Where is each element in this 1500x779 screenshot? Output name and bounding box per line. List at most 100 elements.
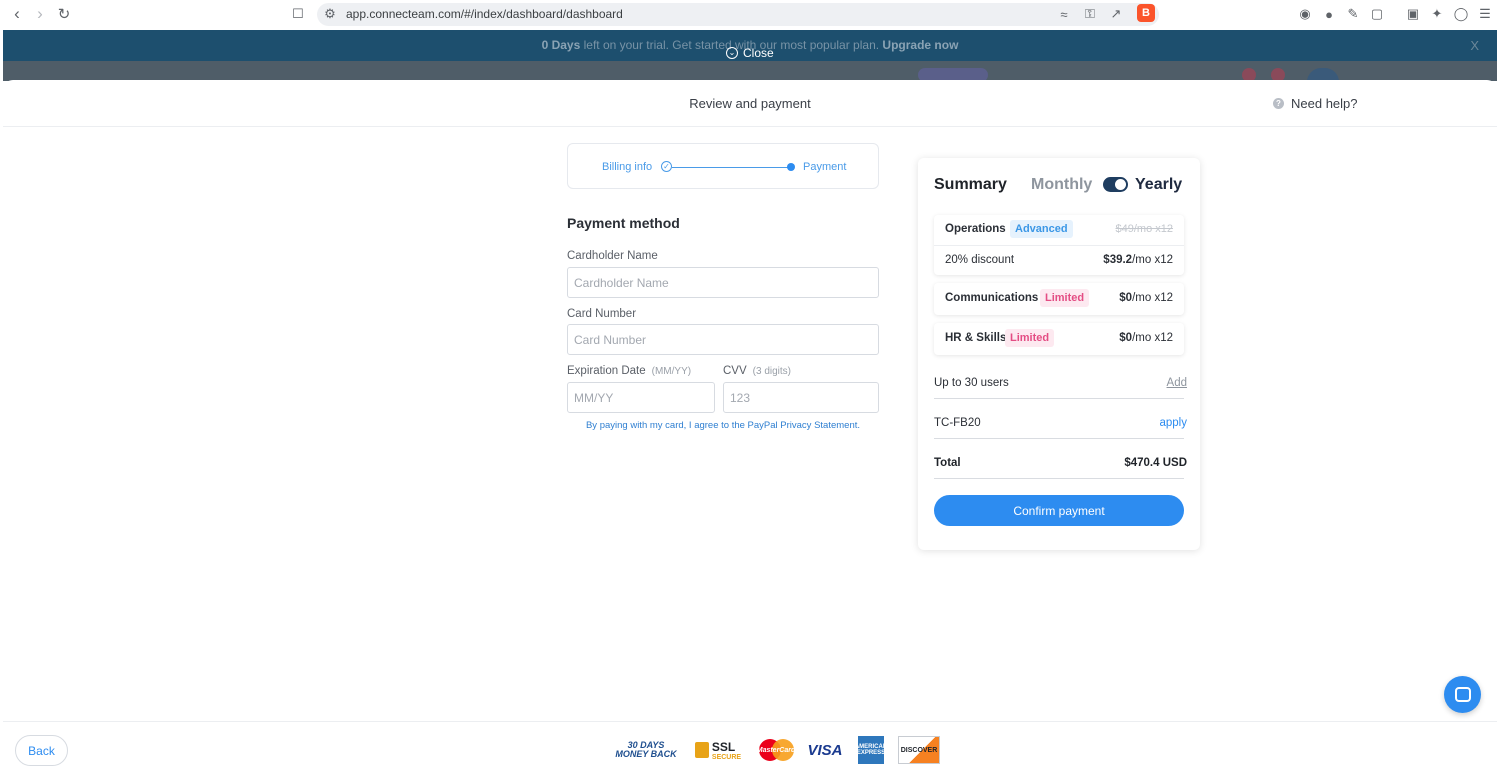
money-back-badge: 30 DAYS MONEY BACK — [611, 736, 681, 764]
chat-support-button[interactable] — [1444, 676, 1481, 713]
need-help-label: Need help? — [1291, 96, 1358, 111]
forward-icon[interactable]: › — [30, 4, 50, 24]
discount-price-period: /mo x12 — [1132, 254, 1173, 266]
modal-header: Review and payment ? Need help? — [3, 80, 1497, 127]
add-users-link[interactable]: Add — [1167, 377, 1187, 389]
divider — [934, 245, 1184, 246]
total-label: Total — [934, 457, 961, 469]
reader-mode-icon[interactable]: ≈ — [1055, 5, 1073, 23]
reload-icon[interactable]: ↻ — [54, 4, 74, 24]
discount-label: 20% discount — [945, 254, 1015, 266]
discount-price-amount: $39.2 — [1103, 254, 1133, 266]
divider — [934, 398, 1184, 399]
cvv-label-text: CVV — [723, 365, 747, 377]
mastercard-logo: MasterCard — [755, 736, 797, 764]
key-icon[interactable]: ⚿ — [1081, 5, 1099, 23]
paypal-privacy-link[interactable]: By paying with my card, I agree to the P… — [567, 420, 879, 431]
check-icon: ✓ — [661, 161, 672, 172]
plan-operations: Operations Advanced $49/mo x12 20% disco… — [934, 215, 1184, 275]
cardholder-name-input[interactable] — [567, 267, 879, 298]
ssl-top: SSL — [711, 739, 736, 754]
billing-monthly-label[interactable]: Monthly — [1031, 176, 1092, 194]
step-billing-info[interactable]: Billing info — [602, 161, 652, 173]
wallet-icon[interactable]: ▣ — [1404, 5, 1422, 23]
plan-price-period: /mo x12 — [1132, 292, 1173, 304]
plan-name: Operations — [945, 223, 1006, 235]
card-number-label: Card Number — [567, 308, 637, 320]
extension-cookie-icon[interactable]: ◉ — [1296, 5, 1314, 23]
plan-tier-badge: Limited — [1005, 329, 1055, 347]
modal-footer: Back 30 DAYS MONEY BACK SSL SECURE Master… — [3, 721, 1497, 779]
menu-icon[interactable]: ☰ — [1476, 5, 1494, 23]
cvv-input[interactable] — [723, 382, 879, 413]
confirm-payment-button[interactable]: Confirm payment — [934, 495, 1184, 526]
plan-price-amount: $0 — [1119, 292, 1133, 304]
chevron-down-icon: ⌄ — [726, 47, 738, 59]
share-icon[interactable]: ↗ — [1107, 5, 1125, 23]
back-button[interactable]: Back — [15, 735, 68, 766]
leo-ai-icon[interactable]: ✦ — [1428, 5, 1446, 23]
url-text[interactable]: app.connecteam.com/#/index/dashboard/das… — [346, 7, 623, 21]
ssl-bottom: SECURE — [711, 753, 742, 761]
total-value: $470.4 USD — [1124, 457, 1187, 469]
vpn-shield-icon[interactable]: ◯ — [1452, 5, 1470, 23]
extension-h-icon[interactable]: ● — [1320, 5, 1338, 23]
plan-tier-badge: Advanced — [1010, 220, 1073, 238]
plan-name: HR & Skills — [945, 332, 1007, 344]
cardholder-label: Cardholder Name — [567, 250, 658, 262]
banner-close-icon[interactable]: X — [1470, 38, 1479, 53]
plan-original-price: $49/mo x12 — [1115, 223, 1173, 235]
cvv-hint: (3 digits) — [752, 366, 792, 377]
brave-shield-icon[interactable]: B — [1137, 4, 1155, 22]
plan-name: Communications — [945, 292, 1039, 304]
plan-price-amount: $0 — [1119, 332, 1133, 344]
step-payment: Payment — [803, 161, 847, 173]
order-summary-card: Summary Monthly Yearly Operations Advanc… — [918, 158, 1200, 550]
expiration-date-input[interactable] — [567, 382, 715, 413]
toggle-knob — [1115, 179, 1126, 190]
trial-days: 0 Days — [541, 38, 581, 52]
checkout-stepper: Billing info ✓ Payment — [567, 143, 879, 189]
discount-price: $39.2/mo x12 — [1103, 254, 1173, 266]
payment-method-title: Payment method — [567, 215, 680, 231]
mastercard-text: MasterCard — [756, 746, 796, 754]
step-progress-line — [672, 167, 792, 168]
close-overlay-button[interactable]: ⌄ Close — [726, 46, 774, 60]
bookmark-icon[interactable]: ☐ — [288, 4, 308, 24]
apply-coupon-link[interactable]: apply — [1160, 417, 1188, 429]
expiration-label: Expiration Date (MM/YY) — [567, 365, 691, 377]
back-icon[interactable]: ‹ — [7, 4, 27, 24]
chat-icon — [1454, 687, 1471, 702]
need-help-link[interactable]: ? Need help? — [1273, 96, 1358, 111]
users-limit: Up to 30 users — [934, 377, 1009, 389]
coupon-code[interactable]: TC-FB20 — [934, 417, 981, 429]
plan-tier-badge: Limited — [1040, 289, 1090, 307]
address-bar[interactable]: ⚙ app.connecteam.com/#/index/dashboard/d… — [317, 3, 1159, 26]
billing-period-toggle[interactable] — [1103, 177, 1128, 192]
sidebar-icon[interactable]: ▢ — [1368, 5, 1386, 23]
card-number-input[interactable] — [567, 324, 879, 355]
plan-price-period: /mo x12 — [1132, 332, 1173, 344]
browser-toolbar: ‹ › ↻ ☐ ⚙ app.connecteam.com/#/index/das… — [0, 0, 1500, 29]
amex-logo: AMERICAN EXPRESS — [855, 736, 887, 764]
extensions-puzzle-icon[interactable]: ✎ — [1344, 5, 1362, 23]
cvv-label: CVV (3 digits) — [723, 365, 791, 377]
plan-price: $0/mo x12 — [1119, 332, 1173, 344]
close-label: Close — [743, 46, 774, 60]
plan-communications: Communications Limited $0/mo x12 — [934, 283, 1184, 315]
site-settings-icon[interactable]: ⚙ — [321, 5, 339, 23]
visa-logo: VISA — [807, 741, 843, 759]
lock-icon — [694, 742, 709, 758]
money-back-bottom: MONEY BACK — [615, 749, 677, 759]
expiration-label-text: Expiration Date — [567, 365, 646, 377]
summary-title: Summary — [934, 176, 1007, 193]
ssl-secure-badge: SSL SECURE — [690, 736, 746, 764]
billing-yearly-label[interactable]: Yearly — [1135, 176, 1182, 194]
divider — [934, 438, 1184, 439]
discover-logo: DISCOVER — [898, 736, 940, 764]
expiration-hint: (MM/YY) — [651, 366, 692, 377]
step-current-dot — [787, 163, 795, 171]
plan-price: $0/mo x12 — [1119, 292, 1173, 304]
upgrade-link[interactable]: Upgrade now — [882, 38, 958, 52]
question-icon: ? — [1273, 98, 1284, 109]
